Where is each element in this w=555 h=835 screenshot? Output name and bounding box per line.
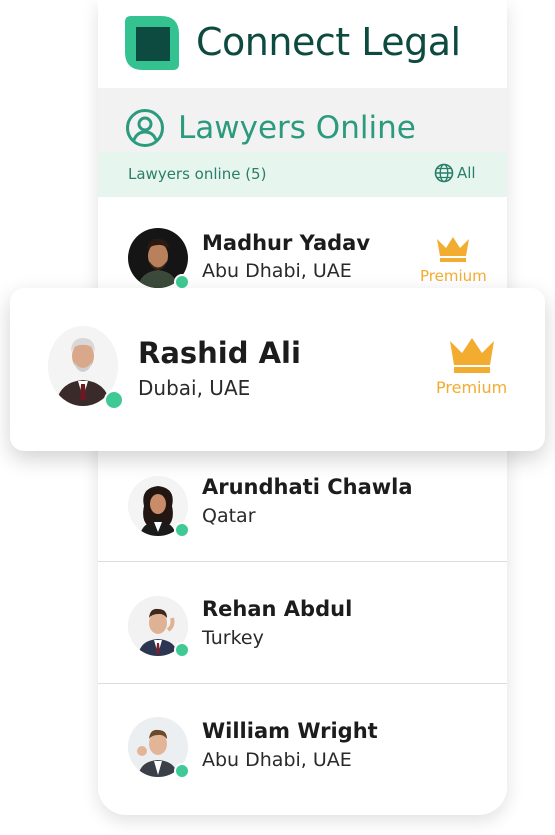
lawyer-row-william-wright[interactable]: William Wright Abu Dhabi, UAE [98, 683, 507, 806]
connect-legal-logo-icon [125, 16, 179, 70]
lawyer-location: Abu Dhabi, UAE [202, 260, 352, 282]
lawyer-location: Qatar [202, 505, 256, 527]
online-status-dot [104, 390, 124, 410]
brand-name: Connect Legal [196, 20, 461, 64]
premium-badge: Premium [420, 235, 487, 285]
lawyer-name: Arundhati Chawla [202, 475, 413, 499]
featured-lawyer-card[interactable]: Rashid Ali Dubai, UAE Premium [10, 288, 545, 451]
section-title: Lawyers Online [178, 110, 416, 146]
brand-header: Connect Legal [98, 0, 507, 88]
online-status-dot [174, 763, 190, 779]
filter-all-label: All [457, 164, 476, 182]
online-status-dot [174, 642, 190, 658]
crown-icon [437, 237, 470, 262]
lawyer-name: William Wright [202, 719, 378, 743]
avatar [128, 717, 190, 779]
lawyer-name: Rehan Abdul [202, 597, 353, 621]
premium-label: Premium [436, 378, 508, 397]
online-status-dot [174, 522, 190, 538]
globe-icon [434, 163, 454, 183]
featured-lawyer-name: Rashid Ali [138, 336, 301, 370]
lawyers-online-count: Lawyers online (5) [128, 165, 267, 183]
lawyers-online-section-header: Lawyers Online [98, 88, 507, 152]
lawyer-row-rehan-abdul[interactable]: Rehan Abdul Turkey [98, 561, 507, 684]
filter-all-button[interactable]: All [434, 163, 476, 183]
premium-badge: Premium [436, 336, 507, 397]
filter-bar: Lawyers online (5) All [98, 152, 507, 197]
lawyer-row-arundhati-chawla[interactable]: Arundhati Chawla Qatar [98, 440, 507, 562]
avatar [128, 476, 190, 538]
avatar [128, 596, 190, 658]
lawyer-location: Turkey [202, 627, 264, 649]
lawyer-location: Abu Dhabi, UAE [202, 749, 352, 771]
crown-icon [449, 338, 494, 373]
premium-label: Premium [420, 267, 487, 285]
avatar [48, 326, 124, 410]
featured-lawyer-location: Dubai, UAE [138, 376, 251, 400]
lawyer-name: Madhur Yadav [202, 231, 371, 255]
user-circle-icon [126, 109, 164, 147]
avatar [128, 228, 190, 290]
